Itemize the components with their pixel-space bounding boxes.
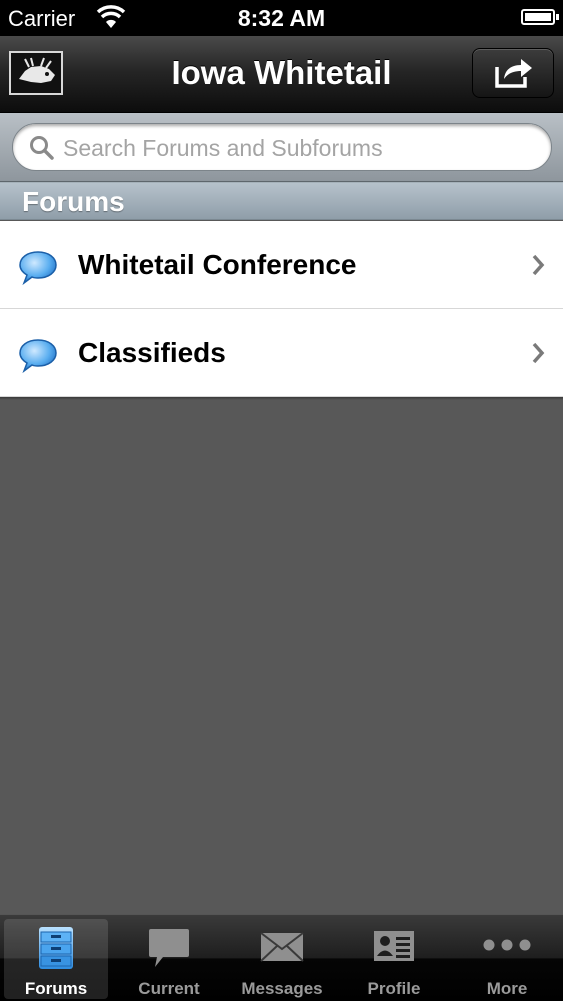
forum-title: Classifieds [78, 337, 226, 368]
tab-label: Messages [241, 979, 323, 998]
tab-current[interactable]: Current [117, 919, 221, 999]
search-input[interactable] [63, 133, 533, 163]
section-title: Forums [22, 186, 125, 217]
list-item[interactable]: Classifieds [0, 309, 563, 397]
forum-title: Whitetail Conference [78, 249, 357, 280]
tab-label: Forums [24, 979, 88, 998]
search-icon [30, 136, 54, 160]
speech-bubble-icon [18, 338, 58, 379]
tab-profile[interactable]: Profile [342, 919, 446, 999]
battery-icon [521, 9, 559, 25]
file-cabinet-icon [4, 925, 108, 971]
chevron-right-icon [531, 342, 545, 369]
speech-bubble-icon [18, 250, 58, 291]
chevron-right-icon [531, 254, 545, 281]
forum-list: Whitetail Conference Classifieds [0, 221, 563, 400]
tab-label: More [486, 979, 528, 998]
share-icon [495, 59, 532, 88]
envelope-icon [230, 925, 334, 971]
list-item[interactable]: Whitetail Conference [0, 221, 563, 309]
id-card-icon [342, 925, 446, 971]
section-header: Forums [0, 182, 563, 220]
ellipsis-icon [455, 925, 559, 971]
tab-bar: Forums Current Messages Profile More [0, 914, 563, 1001]
tab-messages[interactable]: Messages [230, 919, 334, 999]
list-shadow [0, 397, 563, 400]
navigation-bar: Iowa Whitetail [0, 36, 563, 113]
tab-label: Current [138, 979, 200, 998]
share-button[interactable] [472, 48, 554, 98]
tab-forums[interactable]: Forums [4, 919, 108, 999]
status-bar: Carrier 8:32 AM [0, 0, 563, 36]
tab-more[interactable]: More [455, 919, 559, 999]
clock: 8:32 AM [237, 5, 326, 31]
speech-bubble-icon [117, 925, 221, 971]
search-bar [0, 113, 563, 182]
search-field[interactable] [12, 123, 552, 171]
tab-label: Profile [367, 979, 421, 998]
